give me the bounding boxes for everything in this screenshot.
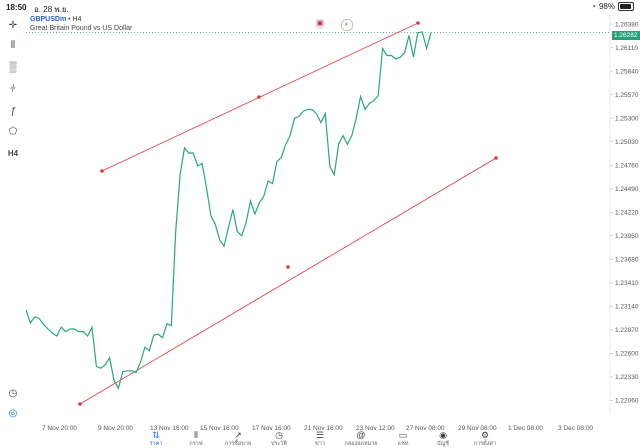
channel-anchor-point bbox=[416, 21, 420, 25]
time-tick-label: 1 Dec 08:00 bbox=[508, 425, 543, 432]
price-tick-label: 1.23680 bbox=[615, 257, 639, 264]
chart-area[interactable]: 1.26380 1.26110 1.25840 1.25570 1.25300 1.250… bbox=[25, 14, 640, 439]
objects-icon[interactable]: ⬠ bbox=[6, 124, 20, 138]
time-tick-label: 7 Nov 20:00 bbox=[42, 425, 77, 432]
mail-icon: @ bbox=[356, 430, 366, 440]
price-tick-label: 1.22060 bbox=[615, 398, 639, 405]
status-time: 18:50 bbox=[6, 3, 27, 12]
price-tick-label: 1.24760 bbox=[615, 163, 639, 170]
price-tick-label: 1.24220 bbox=[615, 210, 639, 217]
nav-history-label: ประวัติ bbox=[270, 441, 288, 447]
accounts-icon: ◉ bbox=[439, 430, 447, 440]
price-axis: 1.26380 1.26110 1.25840 1.25570 1.25300 1.250… bbox=[609, 14, 639, 414]
settings-icon: ⚙ bbox=[480, 430, 490, 440]
nav-settings[interactable]: ⚙ การตั้งค่า bbox=[463, 430, 507, 448]
price-tick-label: 1.22330 bbox=[615, 374, 639, 381]
nav-accounts[interactable]: ◉ บัญชี bbox=[421, 430, 465, 448]
nav-settings-label: การตั้งค่า bbox=[473, 441, 497, 447]
timeframe-button[interactable]: H4 bbox=[6, 146, 20, 160]
nav-mailbox[interactable]: @ กล่องจดหมาย bbox=[339, 430, 383, 448]
nav-history[interactable]: ◷ ประวัติ bbox=[257, 430, 301, 448]
price-tick-label: 1.26380 bbox=[615, 21, 639, 28]
time-tick-label: 9 Nov 20:00 bbox=[98, 425, 133, 432]
nav-chat-label: แชท bbox=[397, 441, 409, 447]
chart-icon: ⫴ bbox=[194, 430, 198, 440]
nav-accounts-label: บัญชี bbox=[437, 441, 449, 447]
price-tick-label: 1.22600 bbox=[615, 351, 639, 358]
channel-anchor-point bbox=[494, 156, 498, 160]
price-tick-label: 1.24490 bbox=[615, 186, 639, 193]
price-tick-label: 1.25300 bbox=[615, 115, 639, 122]
channel-lines bbox=[78, 21, 498, 406]
price-tick-label: 1.23950 bbox=[615, 233, 639, 240]
channel-anchor-point bbox=[78, 402, 82, 406]
broker-icon[interactable]: ◎ bbox=[6, 406, 20, 420]
bars-icon[interactable]: ▒ bbox=[6, 60, 20, 74]
speed-icon[interactable]: ◷ bbox=[6, 386, 20, 400]
nav-mailbox-label: กล่องจดหมาย bbox=[344, 441, 378, 447]
nav-quotes[interactable]: ⇅ ราคา bbox=[134, 430, 178, 448]
bid-price-tag: 1.26282 bbox=[612, 31, 640, 40]
status-bar: 18:50 อ. 28 พ.ย. ◔ 98% bbox=[0, 0, 640, 14]
price-tick-label: 1.23410 bbox=[615, 280, 639, 287]
nav-quotes-label: ราคา bbox=[149, 441, 163, 447]
bottom-nav: ⇅ ราคา ⫴ กราฟ ↗ การซื้อขาย ◷ ประวัติ ☰ ข่าว @… bbox=[0, 430, 640, 448]
battery-icon bbox=[618, 2, 634, 11]
trade-icon: ↗ bbox=[234, 430, 242, 440]
channel-lower-line bbox=[79, 157, 497, 405]
time-tick-label: 3 Dec 08:00 bbox=[558, 425, 593, 432]
price-tick-label: 1.25570 bbox=[615, 92, 639, 99]
candles-icon[interactable]: ⫴ bbox=[6, 38, 20, 52]
function-icon[interactable]: ƒ bbox=[6, 104, 20, 118]
nav-chart-label: กราฟ bbox=[189, 441, 203, 447]
crosshair-icon[interactable]: ✛ bbox=[6, 18, 20, 32]
price-tick-label: 1.22870 bbox=[615, 327, 639, 334]
nav-trade[interactable]: ↗ การซื้อขาย bbox=[216, 430, 260, 448]
price-tick-label: 1.25030 bbox=[615, 139, 639, 146]
price-tick-label: 1.25840 bbox=[615, 68, 639, 75]
indicators-icon[interactable]: ⫩ bbox=[6, 82, 20, 96]
channel-anchor-point bbox=[100, 169, 104, 173]
wifi-icon: ◔ bbox=[591, 2, 596, 11]
price-tick-label: 1.26110 bbox=[615, 45, 638, 52]
price-line bbox=[25, 31, 432, 390]
left-toolbar: ✛ ⫴ ▒ ⫩ ƒ ⬠ H4 ◷ ◎ bbox=[0, 14, 26, 434]
channel-anchor-point bbox=[257, 95, 261, 99]
battery-percent: 98% bbox=[598, 2, 615, 11]
status-indicators: ◔ 98% bbox=[591, 2, 634, 11]
nav-trade-label: การซื้อขาย bbox=[224, 441, 252, 447]
nav-news-label: ข่าว bbox=[315, 441, 325, 447]
quotes-icon: ⇅ bbox=[152, 430, 160, 440]
nav-chat[interactable]: ▭ แชท bbox=[381, 430, 425, 448]
news-icon: ☰ bbox=[315, 430, 325, 440]
price-tick-label: 1.23140 bbox=[615, 304, 639, 311]
history-icon: ◷ bbox=[275, 430, 283, 440]
chat-icon: ▭ bbox=[398, 430, 408, 440]
nav-news[interactable]: ☰ ข่าว bbox=[298, 430, 342, 448]
channel-anchor-point bbox=[286, 265, 290, 269]
nav-chart[interactable]: ⫴ กราฟ bbox=[174, 430, 218, 448]
price-chart[interactable]: 1.26380 1.26110 1.25840 1.25570 1.25300 1.250… bbox=[25, 14, 640, 434]
